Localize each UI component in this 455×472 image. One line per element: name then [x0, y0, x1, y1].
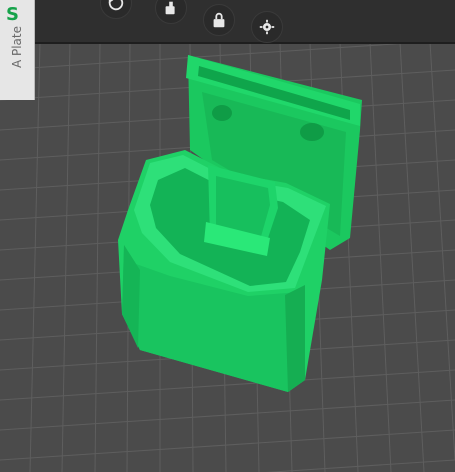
- green-3d-model[interactable]: [0, 0, 455, 472]
- plate-tab[interactable]: S A Plate: [0, 0, 35, 100]
- lock-button[interactable]: [203, 4, 235, 36]
- auto-orient-icon: [165, 1, 175, 15]
- auto-orient-button[interactable]: [155, 0, 187, 24]
- 3d-viewport[interactable]: [0, 0, 455, 472]
- top-toolbar: [0, 0, 455, 44]
- rotate-icon: [108, 0, 124, 11]
- lock-icon: [213, 12, 225, 28]
- plate-label: A Plate: [10, 25, 24, 69]
- gear-icon: [259, 19, 275, 35]
- settings-button[interactable]: [251, 11, 283, 43]
- rotate-button[interactable]: [100, 0, 132, 19]
